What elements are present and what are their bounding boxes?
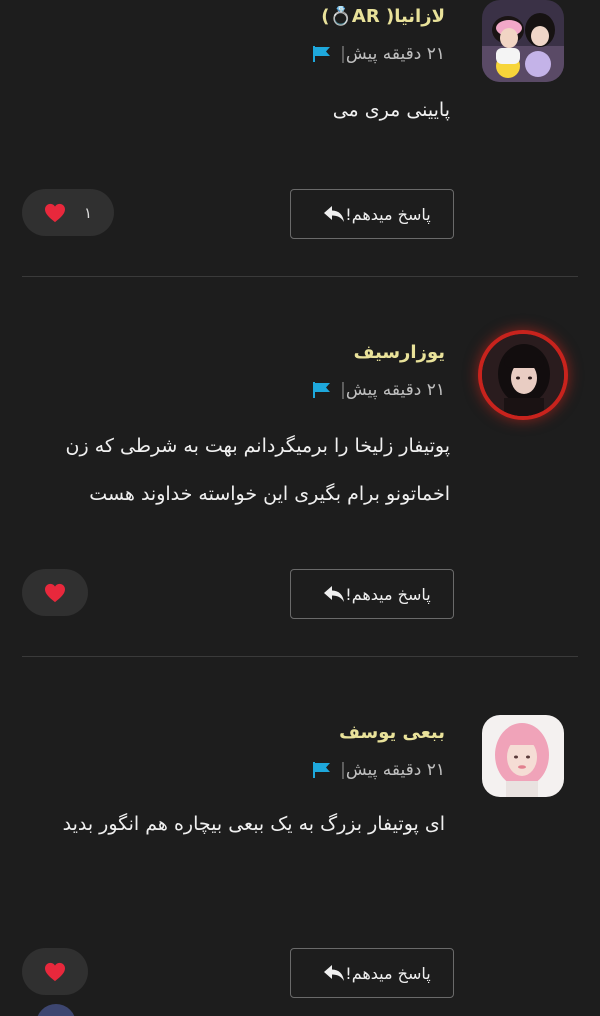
reply-arrow-icon: [324, 965, 345, 981]
like-button[interactable]: ۱: [22, 189, 115, 236]
username[interactable]: ببعی یوسف: [339, 722, 445, 743]
reply-label: پاسخ میدهم!: [345, 204, 431, 224]
like-button[interactable]: [22, 948, 88, 995]
separator: |: [340, 760, 346, 780]
heart-icon: [45, 203, 65, 222]
divider: [22, 276, 578, 277]
comment-meta: | ۲۱ دقیقه پیش: [302, 43, 445, 65]
heart-icon: [45, 583, 65, 602]
flag-icon[interactable]: [312, 381, 332, 399]
reply-button[interactable]: پاسخ میدهم!: [290, 189, 454, 239]
divider: [22, 656, 578, 657]
comment-text: پایینی مری می: [332, 99, 450, 121]
heart-icon: [45, 962, 65, 981]
avatar[interactable]: [482, 334, 564, 416]
username[interactable]: لازانیا( AR💍): [321, 6, 445, 27]
avatar[interactable]: [482, 715, 564, 797]
comment-text: ای پوتیفار بزرگ به یک ببعی بیچاره هم انگ…: [62, 813, 445, 835]
reply-button[interactable]: پاسخ میدهم!: [290, 948, 454, 998]
reply-button[interactable]: پاسخ میدهم!: [290, 569, 454, 619]
like-button[interactable]: [22, 569, 88, 616]
avatar-image: [482, 715, 564, 797]
separator: |: [340, 44, 346, 64]
comment-meta: | ۲۱ دقیقه پیش: [302, 379, 445, 401]
avatar-image: [482, 334, 564, 416]
username[interactable]: یوزارسیف: [354, 342, 445, 363]
next-comment-avatar[interactable]: [36, 1004, 76, 1016]
comments-page: لازانیا( AR💍) | ۲۱ دقیقه پیش پایینی مری …: [0, 0, 600, 1016]
flag-icon[interactable]: [312, 45, 332, 63]
comment-text: پوتیفار زلیخا را برمیگردانم بهت به شرطی …: [65, 435, 450, 505]
flag-icon[interactable]: [312, 761, 332, 779]
reply-arrow-icon: [324, 206, 345, 222]
comment-time: ۲۱ دقیقه پیش: [345, 380, 445, 400]
comment-time: ۲۱ دقیقه پیش: [345, 44, 445, 64]
comment-meta: | ۲۱ دقیقه پیش: [302, 759, 445, 781]
reply-label: پاسخ میدهم!: [345, 963, 431, 983]
like-count: ۱: [84, 203, 93, 222]
separator: |: [340, 380, 346, 400]
reply-arrow-icon: [324, 586, 345, 602]
avatar-image: [482, 0, 564, 82]
reply-label: پاسخ میدهم!: [345, 584, 431, 604]
avatar[interactable]: [482, 0, 564, 82]
comment-time: ۲۱ دقیقه پیش: [345, 760, 445, 780]
